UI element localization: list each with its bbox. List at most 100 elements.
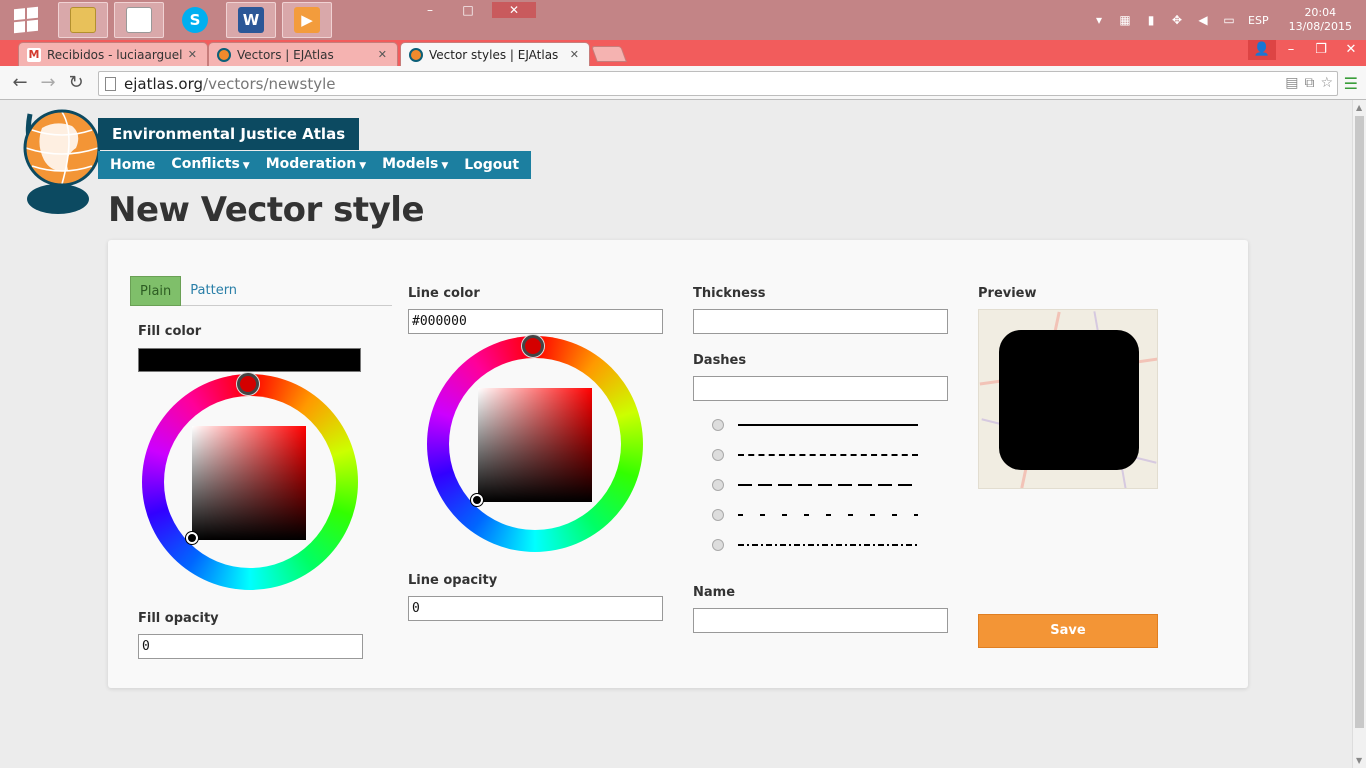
preview-label: Preview: [978, 286, 1037, 301]
nav-models[interactable]: Models ▼: [374, 150, 456, 180]
tab-close-icon[interactable]: ✕: [570, 48, 579, 61]
clock[interactable]: 20:04 13/08/2015: [1289, 6, 1352, 34]
fill-saturation-square[interactable]: [192, 426, 306, 540]
close-icon[interactable]: ✕: [1336, 40, 1366, 60]
back-icon[interactable]: ←: [6, 72, 34, 93]
url-path: /vectors/newstyle: [203, 74, 336, 93]
nav-logout[interactable]: Logout: [456, 151, 527, 179]
dash-sparse-sample: [738, 514, 918, 516]
maximize-icon[interactable]: □: [454, 2, 482, 18]
scroll-up-icon[interactable]: ▲: [1356, 103, 1362, 112]
dash-solid-sample: [738, 424, 918, 426]
dash-dot-sample: [738, 544, 918, 546]
fill-color-swatch[interactable]: [138, 348, 361, 372]
radio-button[interactable]: [712, 419, 724, 431]
ejatlas-globe-logo-icon[interactable]: [22, 104, 100, 216]
nav-home[interactable]: Home: [102, 151, 163, 179]
browser-menu-icon[interactable]: ☰: [1344, 74, 1358, 93]
address-bar[interactable]: ejatlas.org/vectors/newstyle ▤ ⧉ ☆: [98, 71, 1338, 96]
action-center-icon[interactable]: ▦: [1118, 13, 1132, 27]
fill-color-label: Fill color: [138, 324, 202, 339]
taskbar-media-player[interactable]: ▶: [282, 2, 332, 38]
tab-title: Vectors | EJAtlas: [237, 47, 334, 62]
nav-moderation[interactable]: Moderation ▼: [258, 150, 374, 180]
page-scrollbar[interactable]: ▲ ▼: [1352, 100, 1366, 768]
browser-tab-vectors[interactable]: Vectors | EJAtlas ✕: [208, 42, 398, 66]
minimize-icon[interactable]: –: [416, 2, 444, 18]
taskbar-skype[interactable]: S: [170, 2, 220, 38]
web-page: Environmental Justice Atlas Home Conflic…: [0, 100, 1352, 768]
system-tray: ▾ ▦ ▮ ✥ ◀ ▭ ESP 20:04 13/08/2015: [1092, 0, 1366, 40]
dashes-input[interactable]: [693, 376, 948, 401]
site-title[interactable]: Environmental Justice Atlas: [98, 118, 360, 150]
dash-long-sample: [738, 484, 918, 486]
fill-hue-marker[interactable]: [237, 373, 259, 395]
thickness-input[interactable]: [693, 309, 948, 334]
tab-pattern[interactable]: Pattern: [181, 276, 246, 306]
line-hue-marker[interactable]: [522, 335, 544, 357]
radio-button[interactable]: [712, 449, 724, 461]
line-color-input[interactable]: #000000: [408, 309, 663, 334]
taskbar-document[interactable]: [114, 2, 164, 38]
line-color-wheel[interactable]: [427, 335, 643, 552]
language-indicator[interactable]: ESP: [1248, 14, 1269, 27]
volume-icon[interactable]: ◀: [1196, 13, 1210, 27]
fill-color-wheel[interactable]: [142, 373, 358, 590]
tab-close-icon[interactable]: ✕: [378, 48, 387, 61]
keyboard-icon[interactable]: ▭: [1222, 13, 1236, 27]
browser-window-controls: 👤 – ❐ ✕: [1248, 40, 1366, 60]
new-tab-button[interactable]: [591, 46, 627, 62]
tray-expand-icon[interactable]: ▾: [1092, 13, 1106, 27]
fill-opacity-input[interactable]: 0: [138, 634, 363, 659]
user-icon[interactable]: 👤: [1248, 40, 1276, 60]
radio-button[interactable]: [712, 539, 724, 551]
forward-icon[interactable]: →: [34, 72, 62, 93]
browser-tab-vector-styles[interactable]: Vector styles | EJAtlas ✕: [400, 42, 590, 66]
dropbox-icon[interactable]: ✥: [1170, 13, 1184, 27]
name-input[interactable]: [693, 608, 948, 633]
dash-option-solid[interactable]: [712, 419, 918, 431]
reload-icon[interactable]: ↻: [62, 72, 90, 93]
media-player-icon: ▶: [294, 7, 320, 33]
taskbar-file-explorer[interactable]: [58, 2, 108, 38]
dash-option-dashed-long[interactable]: [712, 479, 918, 491]
save-button[interactable]: Save: [978, 614, 1158, 648]
page-title: New Vector style: [108, 190, 425, 230]
bookmark-star-icon[interactable]: ☆: [1320, 75, 1333, 91]
restore-icon[interactable]: ❐: [1306, 40, 1336, 60]
globe-icon: [409, 47, 423, 62]
minimize-icon[interactable]: –: [1276, 40, 1306, 60]
start-button[interactable]: [0, 0, 52, 40]
close-icon[interactable]: ✕: [492, 2, 536, 18]
dash-option-dashed-short[interactable]: [712, 449, 918, 461]
nav-conflicts[interactable]: Conflicts ▼: [163, 150, 257, 180]
background-window-controls: – □ ✕: [416, 2, 536, 18]
fill-saturation-marker[interactable]: [186, 532, 198, 544]
tab-plain[interactable]: Plain: [130, 276, 182, 306]
nav-models-label: Models: [382, 156, 439, 172]
page-action-icon[interactable]: ▤: [1285, 75, 1298, 91]
dash-option-dash-dot[interactable]: [712, 539, 918, 551]
nav-conflicts-label: Conflicts: [171, 156, 240, 172]
url-host: ejatlas.org: [124, 74, 204, 93]
radio-button[interactable]: [712, 509, 724, 521]
translate-icon[interactable]: ⧉: [1304, 75, 1314, 91]
radio-button[interactable]: [712, 479, 724, 491]
dash-short-sample: [738, 454, 918, 456]
line-opacity-input[interactable]: 0: [408, 596, 663, 621]
line-saturation-marker[interactable]: [471, 494, 483, 506]
caret-down-icon: ▼: [441, 161, 449, 171]
dashes-label: Dashes: [693, 353, 747, 368]
network-icon[interactable]: ▮: [1144, 13, 1158, 27]
dash-option-dotted-sparse[interactable]: [712, 509, 918, 521]
tab-close-icon[interactable]: ✕: [188, 48, 197, 61]
taskbar-word[interactable]: W: [226, 2, 276, 38]
browser-tab-gmail[interactable]: M Recibidos - luciaarguelles ✕: [18, 42, 208, 66]
clock-time: 20:04: [1304, 6, 1337, 19]
scrollbar-thumb[interactable]: [1355, 116, 1364, 728]
caret-down-icon: ▼: [242, 161, 250, 171]
omnibox-actions: ▤ ⧉ ☆: [1285, 75, 1333, 91]
clock-date: 13/08/2015: [1288, 20, 1352, 33]
line-saturation-square[interactable]: [478, 388, 592, 502]
scroll-down-icon[interactable]: ▼: [1356, 756, 1362, 765]
